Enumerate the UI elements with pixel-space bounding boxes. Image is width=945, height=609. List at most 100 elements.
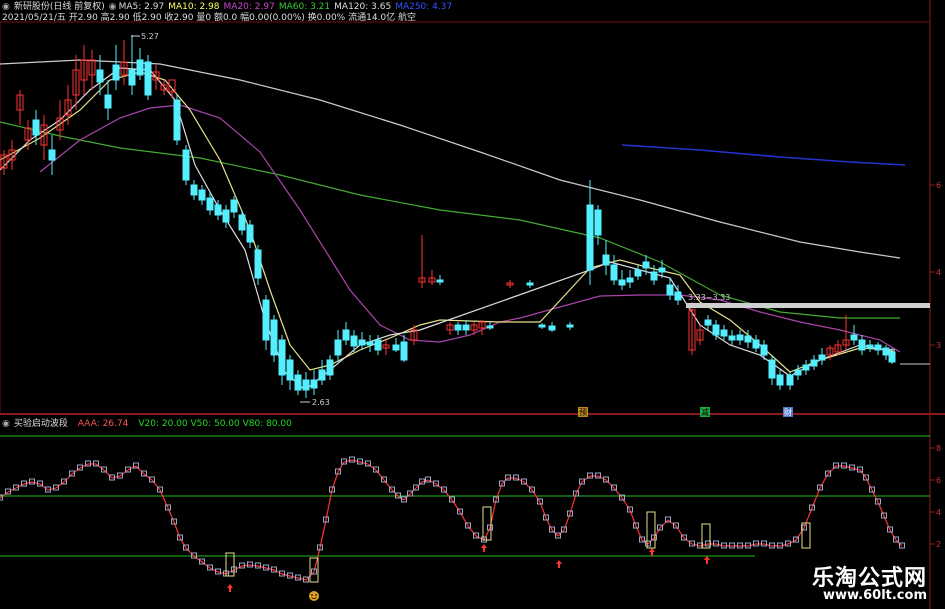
ma-header: ◉ 新研股份(日线 前复权) ◉ MA5: 2.97 MA10: 2.98 MA20: 2… [2, 2, 456, 13]
candle-body [720, 329, 728, 337]
event-tag-reduce[interactable]: 减 [700, 407, 710, 417]
main-panel-frame [0, 21, 931, 415]
candle-body [326, 359, 334, 376]
candle-body [454, 324, 462, 331]
gear-icon[interactable]: ◉ [2, 419, 10, 429]
candle-body [96, 69, 104, 83]
candlestick-series [0, 35, 896, 398]
ma250-line [621, 144, 906, 166]
candle-body [190, 184, 198, 196]
candle-body [650, 271, 658, 281]
candle-body [270, 319, 278, 356]
candle-body [254, 249, 262, 279]
buy-arrow-icon [481, 544, 487, 552]
candle-body [144, 61, 152, 96]
candle-body [610, 264, 618, 281]
candle-body [182, 149, 190, 181]
candle-body [618, 279, 626, 286]
candle-body [350, 335, 358, 347]
indicator-curve [0, 459, 903, 581]
low-marker: 2.63 [300, 398, 330, 407]
candle-body [526, 282, 534, 286]
candle-body [392, 344, 400, 351]
indicator-title: 买验启动波段 [13, 419, 68, 429]
ma250-label: MA250: 4.37 [395, 2, 453, 12]
candle-body [858, 339, 866, 351]
candle-body [704, 319, 712, 326]
chart-canvas[interactable]: 6 4 3 5.27 2.63 3.33~3.33 预 减 财 8 6 4 2 [0, 0, 945, 609]
candle-body [400, 341, 408, 361]
candle-body [752, 339, 760, 349]
indicator-axis: 8 6 4 2 [930, 444, 941, 549]
watermark-url: www.60lt.com [822, 588, 927, 603]
candle-body [318, 369, 326, 381]
candle-body [238, 214, 246, 231]
indicator-boxes [0, 456, 905, 583]
candle-body [32, 119, 40, 136]
ma5-line [0, 67, 896, 391]
gear-icon[interactable]: ◉ [109, 2, 117, 12]
candle-body [712, 324, 720, 336]
ma120-line [0, 59, 901, 259]
indicator-tick-label: 2 [936, 540, 941, 549]
ma60-label: MA60: 3.21 [278, 2, 331, 12]
stock-name: 新研股份(日线 前复权) [13, 2, 105, 12]
svg-text:预: 预 [579, 407, 587, 417]
candle-body [594, 209, 602, 236]
candle-body [634, 269, 642, 277]
candle-body [586, 204, 594, 271]
candle-body [230, 199, 238, 213]
candle-body [214, 204, 222, 216]
buy-arrow-icon [649, 548, 655, 556]
svg-text:2.63: 2.63 [312, 398, 330, 407]
candle-body [173, 99, 181, 141]
candle-body [310, 379, 318, 389]
range-marker: 3.33~3.33 [688, 293, 730, 302]
candle-body [112, 64, 120, 81]
candle-body [366, 341, 374, 346]
candle-body [602, 254, 610, 266]
candle-body [566, 324, 574, 328]
price-tick-label: 3 [936, 341, 941, 350]
candle-body [48, 149, 56, 161]
price-axis: 6 4 3 [930, 181, 941, 350]
ma60-line [0, 121, 900, 319]
candle-body [294, 374, 302, 391]
candle-body [278, 339, 286, 376]
candle-body [760, 344, 768, 356]
candle-body [374, 339, 382, 351]
candle-body [302, 379, 310, 391]
gear-icon[interactable]: ◉ [2, 2, 10, 12]
ma10-label: MA10: 2.98 [168, 2, 220, 12]
indicator-tick-label: 8 [936, 444, 941, 453]
price-tick-label: 6 [936, 181, 941, 190]
candle-body [786, 374, 794, 386]
candle-body [538, 324, 546, 328]
price-tick-label: 4 [936, 268, 941, 277]
high-marker: 5.27 [131, 32, 159, 41]
indicator-tick-label: 4 [936, 508, 941, 517]
candle-body [286, 359, 294, 381]
candle-body [818, 354, 826, 361]
candle-body [642, 261, 650, 269]
event-tag-pre[interactable]: 预 [578, 407, 588, 417]
candle-body [810, 359, 818, 367]
svg-text:5.27: 5.27 [141, 32, 159, 41]
candle-body [866, 344, 874, 349]
candle-body [334, 339, 342, 356]
candle-body [776, 374, 784, 386]
indicator-header: ◉ 买验启动波段 AAA: 26.74 V20: 20.00 V50: 50.00 V… [2, 419, 296, 430]
buy-arrow-icon [227, 584, 233, 592]
candle-body [136, 59, 144, 76]
indicator-tick-label: 6 [936, 476, 941, 485]
event-tag-finance[interactable]: 财 [783, 407, 793, 417]
candle-body [486, 325, 494, 329]
levels-label: V20: 20.00 V50: 50.00 V80: 80.00 [138, 419, 292, 429]
quote-line: 2021/05/21/五 开2.90 高2.90 低2.90 收2.90 量0 … [2, 13, 416, 23]
candle-body [744, 335, 752, 343]
candle-body [850, 334, 858, 341]
candle-body [206, 197, 214, 211]
ma20-line [39, 104, 901, 353]
candle-body [358, 339, 366, 346]
candle-body [768, 359, 776, 379]
